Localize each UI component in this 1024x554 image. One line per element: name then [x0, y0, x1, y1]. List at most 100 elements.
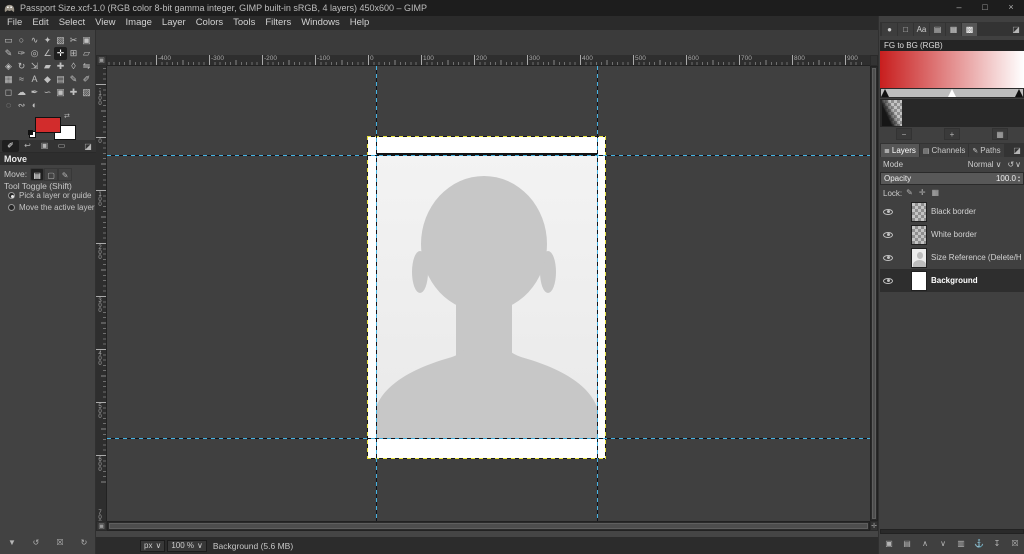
menu-layer[interactable]: Layer	[157, 16, 191, 30]
tool-foreground-select[interactable]: ▣	[80, 34, 93, 47]
tab-paths[interactable]: ✎Paths	[969, 144, 1003, 157]
menu-select[interactable]: Select	[54, 16, 90, 30]
tool-ink[interactable]: ✒	[28, 86, 41, 99]
menu-colors[interactable]: Colors	[191, 16, 228, 30]
tool-rotate[interactable]: ↻	[15, 60, 28, 73]
button-lock-position[interactable]: ✛	[919, 187, 926, 199]
gradient-zoom-out[interactable]: −	[896, 128, 912, 140]
dialog-tab-images[interactable]: ▦	[946, 23, 961, 36]
horizontal-scrollbar[interactable]	[107, 521, 870, 531]
menu-tools[interactable]: Tools	[228, 16, 260, 30]
tool-gradient[interactable]: ▤	[54, 73, 67, 86]
layer-row[interactable]: Black border	[880, 200, 1024, 223]
button-delete-tool-preset[interactable]: ☒	[53, 537, 67, 549]
tab-channels[interactable]: ▤Channels	[920, 144, 968, 157]
button-anchor-layer[interactable]: ⚓	[973, 538, 986, 550]
horizontal-ruler[interactable]: -400-300-200-100010020030040050060070080…	[107, 55, 870, 66]
menu-filters[interactable]: Filters	[260, 16, 296, 30]
button-delete-layer[interactable]: ☒	[1009, 538, 1022, 550]
gradient-preview[interactable]	[880, 51, 1024, 88]
guide-horizontal[interactable]	[107, 438, 870, 439]
tool-paths[interactable]: ✎	[2, 47, 15, 60]
button-restore-tool-preset[interactable]: ↺	[29, 537, 43, 549]
unit-select[interactable]: px ∨	[140, 540, 165, 552]
tool-bucket-fill[interactable]: ◆	[41, 73, 54, 86]
dialog-tab-brushes[interactable]: ●	[882, 23, 897, 36]
guide-horizontal[interactable]	[107, 155, 870, 156]
close-button[interactable]: ×	[998, 0, 1024, 16]
zoom-select[interactable]: 100 % ∨	[167, 540, 207, 552]
tool-heal[interactable]: ✚	[67, 86, 80, 99]
tool-ellipse-select[interactable]: ○	[15, 34, 28, 47]
navigation-button[interactable]: ✛	[870, 521, 878, 531]
button-duplicate-layer[interactable]: ▥	[955, 538, 968, 550]
tool-align[interactable]: ⊞	[67, 47, 80, 60]
foreground-color-swatch[interactable]	[35, 117, 61, 133]
tool-select-by-color[interactable]: ▧	[54, 34, 67, 47]
menu-image[interactable]: Image	[121, 16, 157, 30]
tool-pencil[interactable]: ✎	[67, 73, 80, 86]
button-new-layer-group[interactable]: ▤	[901, 538, 914, 550]
radio-option[interactable]: Pick a layer or guide	[8, 190, 96, 201]
tab-device-status[interactable]: ↩	[19, 140, 36, 152]
gradient-list-thumbnail[interactable]	[882, 100, 902, 126]
canvas[interactable]	[107, 66, 870, 521]
button-move-path[interactable]: ✎	[58, 168, 72, 181]
gradient-name[interactable]: FG to BG (RGB)	[880, 40, 1024, 51]
dialog-tab-patterns[interactable]: □	[898, 23, 913, 36]
mode-switch-button[interactable]: ↺ ∨	[1007, 160, 1021, 169]
tool-measure[interactable]: ∠	[41, 47, 54, 60]
ruler-corner-button[interactable]: ▣	[96, 55, 107, 66]
menu-windows[interactable]: Windows	[296, 16, 345, 30]
layer-row[interactable]: Size Reference (Delete/Hide me)	[880, 246, 1024, 269]
vertical-ruler[interactable]: -1000100200300400500600700	[96, 66, 107, 521]
button-save-tool-preset[interactable]: ▼	[5, 537, 19, 549]
gradient-zoom-fit[interactable]: ▦	[992, 128, 1008, 140]
gradient-segment-slider[interactable]	[880, 88, 1024, 98]
menu-help[interactable]: Help	[345, 16, 375, 30]
tab-menu-button[interactable]: ◪	[82, 142, 94, 151]
tool-perspective[interactable]: ◊	[67, 60, 80, 73]
segment-endpoint-right[interactable]	[1015, 89, 1023, 97]
tool-perspective-clone[interactable]: ▨	[80, 86, 93, 99]
mode-dropdown[interactable]: Normal ∨	[968, 160, 1002, 169]
layers-menu-button[interactable]: ◪	[1011, 146, 1023, 155]
menu-view[interactable]: View	[90, 16, 120, 30]
button-new-layer[interactable]: ▣	[883, 538, 896, 550]
tool-blur-sharpen[interactable]: ◌	[2, 99, 15, 112]
tab-tool-options[interactable]: ✐	[2, 140, 19, 152]
tool-clone[interactable]: ▣	[54, 86, 67, 99]
tool-paintbrush[interactable]: ✐	[80, 73, 93, 86]
tool-scale[interactable]: ⇲	[28, 60, 41, 73]
swap-colors-icon[interactable]: ⇄	[64, 112, 70, 120]
tool-flip[interactable]: ⇋	[80, 60, 93, 73]
tab-pointer[interactable]: ▭	[53, 140, 70, 152]
zoom-follow-button[interactable]	[870, 55, 878, 66]
radio-option[interactable]: Move the active layer	[8, 202, 96, 213]
opacity-slider[interactable]: Opacity 100.0 ▴ ▾	[880, 172, 1024, 185]
layer-row[interactable]: White border	[880, 223, 1024, 246]
button-reset-tool-options[interactable]: ↻	[77, 537, 91, 549]
tool-free-select[interactable]: ∿	[28, 34, 41, 47]
tool-handle-transform[interactable]: ✚	[54, 60, 67, 73]
tool-scissors-select[interactable]: ✂	[67, 34, 80, 47]
segment-endpoint-left[interactable]	[881, 89, 889, 97]
tool-text[interactable]: A	[28, 73, 41, 86]
button-raise-layer[interactable]: ∧	[919, 538, 932, 550]
button-lock-pixels[interactable]: ✎	[906, 187, 913, 199]
tab-undo-history[interactable]: ▣	[36, 140, 53, 152]
image-passport[interactable]	[368, 137, 605, 458]
tool-eraser[interactable]: ◻	[2, 86, 15, 99]
vertical-scrollbar[interactable]	[870, 66, 878, 521]
button-lower-layer[interactable]: ∨	[937, 538, 950, 550]
guide-vertical[interactable]	[597, 66, 598, 521]
guide-vertical[interactable]	[376, 66, 377, 521]
tool-zoom[interactable]: ◎	[28, 47, 41, 60]
maximize-button[interactable]: □	[972, 0, 998, 16]
dock-scrollbar[interactable]	[880, 529, 1024, 534]
tool-fuzzy-select[interactable]: ✦	[41, 34, 54, 47]
tool-dodge-burn[interactable]: ◐	[28, 99, 41, 112]
button-merge-down[interactable]: ↧	[991, 538, 1004, 550]
tool-shear[interactable]: ▰	[41, 60, 54, 73]
button-move-selection[interactable]: ▢	[44, 168, 58, 181]
